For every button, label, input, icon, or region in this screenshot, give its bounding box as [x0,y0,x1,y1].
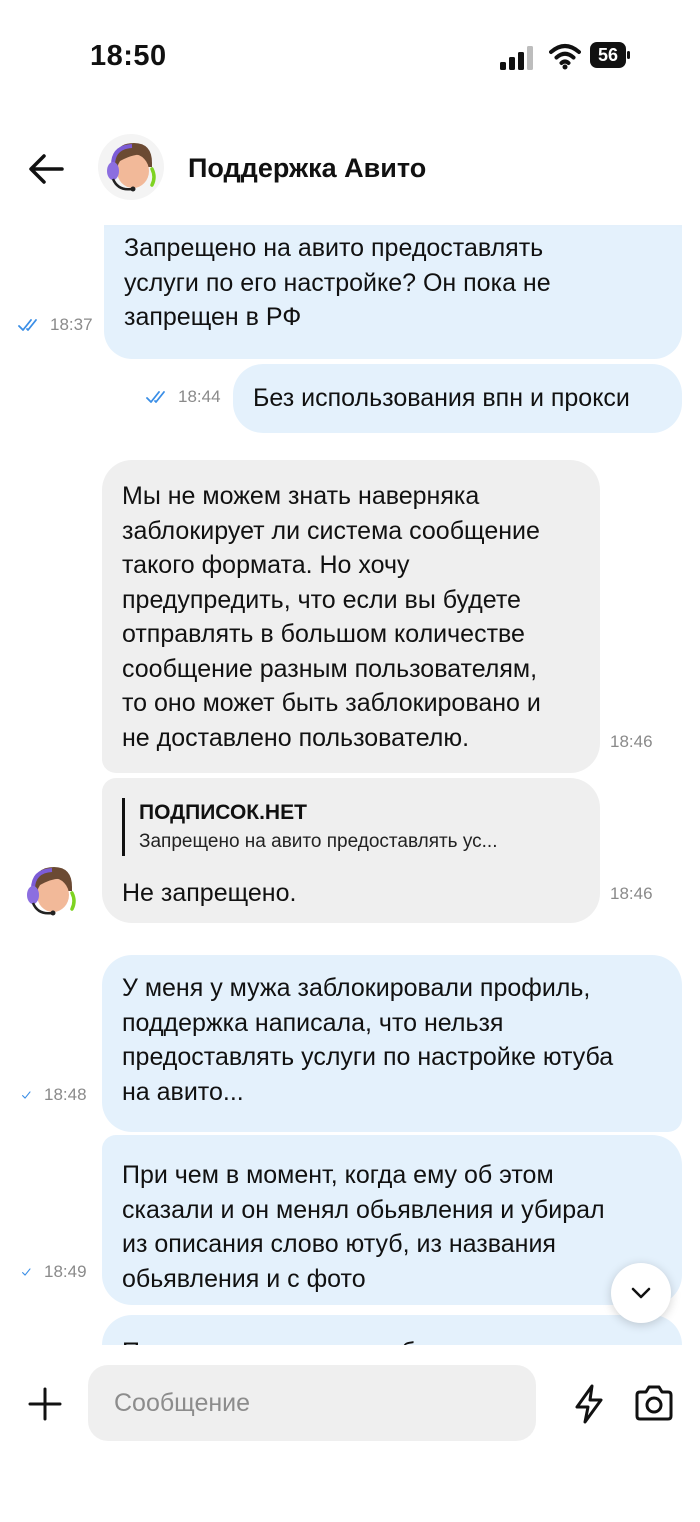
message-time-text: 18:49 [44,1262,87,1281]
check-icon [22,1091,31,1099]
message-time-text: 18:46 [610,732,653,751]
message-bubble-outgoing[interactable]: Без использования впн и прокси [233,364,682,433]
message-composer [0,1345,700,1522]
message-text: При чем в момент, когда ему об этом сказ… [122,1161,605,1293]
message-text: Не запрещено. [122,879,297,907]
message-time: 18:44 [146,387,221,407]
message-input[interactable] [88,1365,536,1441]
quick-replies-button[interactable] [570,1383,608,1425]
scroll-to-bottom-button[interactable] [611,1263,671,1323]
message-text: Мы не можем знать наверняка заблокирует … [122,482,541,752]
chat-header: Поддержка Авито [0,115,700,225]
double-check-icon [146,391,165,403]
message-time-text: 18:37 [50,315,93,334]
message-bubble-outgoing[interactable]: При чем в момент, когда ему об этом сказ… [102,1135,682,1305]
arrow-left-icon [29,154,64,184]
message-list[interactable]: Запрещено на авито предоставлять услуги … [0,225,700,1345]
message-bubble-outgoing[interactable]: Запрещено на авито предоставлять услуги … [104,225,682,359]
double-check-icon [18,319,37,331]
support-agent-avatar[interactable] [18,857,84,925]
reply-author: ПОДПИСОК.НЕТ [139,801,307,824]
reply-quote[interactable]: ПОДПИСОК.НЕТ Запрещено на авито предоста… [122,798,580,856]
message-time-text: 18:44 [178,387,221,406]
chat-title: Поддержка Авито [188,153,427,183]
check-icon [22,1268,31,1276]
wifi-icon [549,44,581,70]
chevron-down-icon [631,1287,651,1299]
message-bubble-outgoing[interactable]: У меня у мужа заблокировали профиль, под… [102,955,682,1132]
message-text: Без использования впн и прокси [253,384,630,412]
back-button[interactable] [22,149,70,189]
battery-icon: 56 [590,42,630,68]
message-bubble-outgoing[interactable]: Получается что его ошибочно [102,1315,682,1345]
cellular-signal-icon [500,46,533,70]
message-time: 18:37 [18,315,93,335]
reply-snippet: Запрещено на авито предоставлять ус... [139,831,498,852]
attach-button[interactable] [26,1385,64,1423]
plus-icon [28,1387,62,1421]
message-time: 18:48 [22,1085,87,1105]
message-time-text: 18:46 [610,884,653,903]
status-bar: 18:50 56 [0,0,700,110]
message-bubble-incoming[interactable]: Мы не можем знать наверняка заблокирует … [102,460,600,773]
support-agent-avatar[interactable] [98,133,164,201]
message-time: 18:49 [22,1262,87,1282]
message-bubble-incoming-reply[interactable]: ПОДПИСОК.НЕТ Запрещено на авито предоста… [102,778,600,923]
message-text: Получается что его ошибочно [122,1335,662,1345]
message-text: Запрещено на авито предоставлять услуги … [124,234,551,331]
camera-icon [635,1385,673,1421]
camera-button[interactable] [632,1383,676,1423]
lightning-icon [575,1384,603,1424]
message-time-text: 18:48 [44,1085,87,1104]
message-text: У меня у мужа заблокировали профиль, под… [122,974,614,1106]
status-time: 18:50 [90,40,167,72]
battery-level: 56 [597,45,619,65]
